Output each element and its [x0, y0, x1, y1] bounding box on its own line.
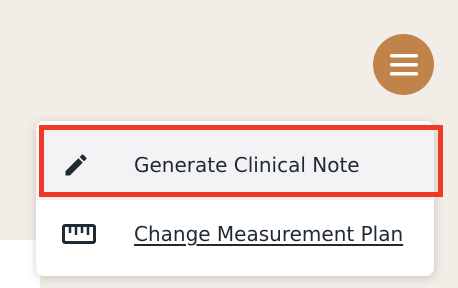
actions-dropdown-menu: Generate Clinical Note Change Measuremen… [36, 121, 434, 276]
change-measurement-plan-item[interactable]: Change Measurement Plan [36, 199, 434, 269]
generate-clinical-note-item[interactable]: Generate Clinical Note [36, 130, 434, 200]
hamburger-menu-icon [389, 53, 418, 76]
generate-clinical-note-label: Generate Clinical Note [134, 153, 360, 177]
menu-button[interactable] [373, 34, 434, 95]
content-panel-edge [0, 240, 40, 288]
ruler-icon [62, 224, 96, 244]
pencil-icon [62, 151, 90, 179]
change-measurement-plan-link[interactable]: Change Measurement Plan [134, 222, 403, 246]
